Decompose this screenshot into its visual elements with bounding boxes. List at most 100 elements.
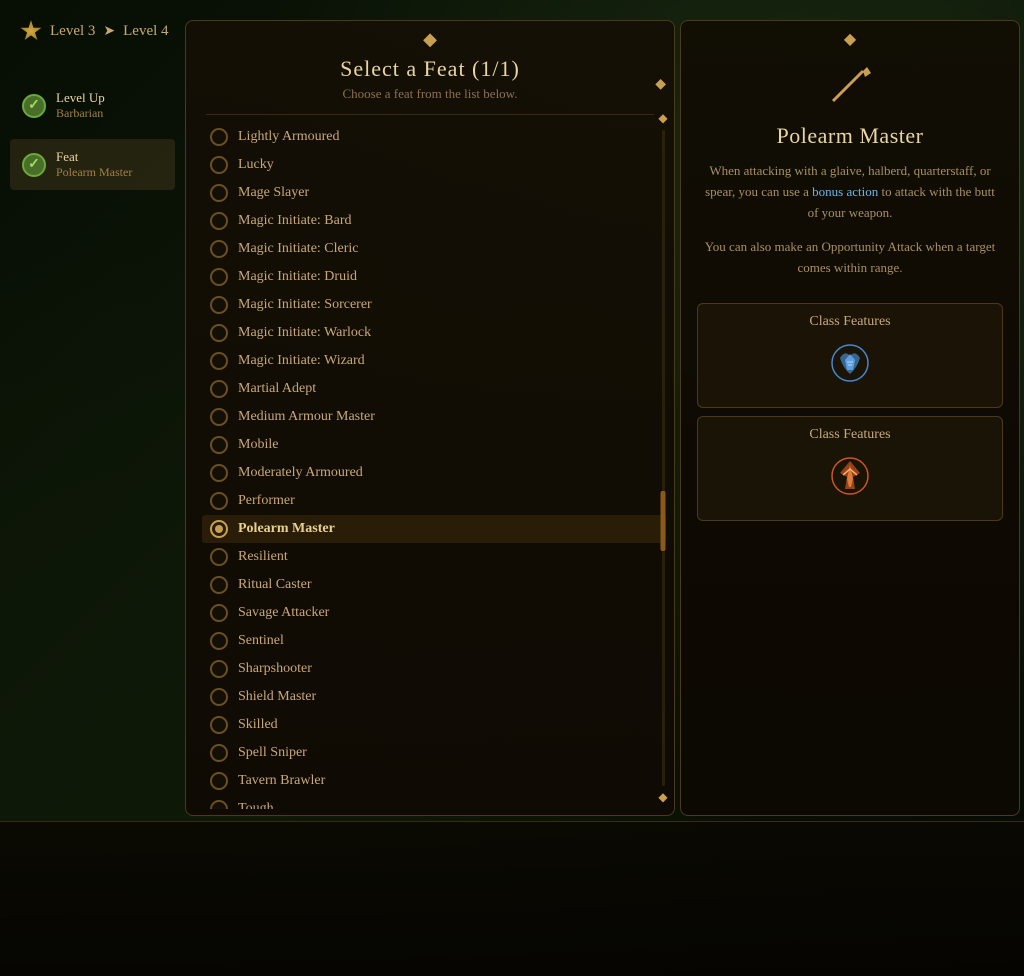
class-feature-card-1: Class Features [697,303,1003,408]
detail-feat-name: Polearm Master [681,123,1019,161]
feat-name-16: Ritual Caster [238,577,312,593]
feat-item-3[interactable]: Magic Initiate: Bard [202,207,666,235]
level-arrow: ➤ [103,23,115,40]
feat-name-10: Medium Armour Master [238,409,375,425]
bonus-action-highlight: bonus action [812,184,878,199]
sidebar-check-feat: ✓ [22,153,46,177]
feat-radio-8 [210,352,228,370]
feat-radio-21 [210,716,228,734]
feat-radio-12 [210,464,228,482]
feat-radio-20 [210,688,228,706]
polearm-icon [825,59,875,109]
sidebar-text-levelup: Level Up Barbarian [56,90,105,121]
feat-item-5[interactable]: Magic Initiate: Druid [202,263,666,291]
feat-radio-7 [210,324,228,342]
feat-name-2: Mage Slayer [238,185,309,201]
sidebar-subtitle-levelup: Barbarian [56,106,105,121]
sidebar-title-levelup: Level Up [56,90,105,106]
feat-name-23: Tavern Brawler [238,773,325,789]
feat-name-20: Shield Master [238,689,316,705]
feat-radio-5 [210,268,228,286]
class-feature-svg-1 [825,338,875,388]
feat-name-22: Spell Sniper [238,745,307,761]
feat-item-21[interactable]: Skilled [202,711,666,739]
detail-description-2: You can also make an Opportunity Attack … [681,237,1019,295]
feat-name-11: Mobile [238,437,278,453]
feat-item-16[interactable]: Ritual Caster [202,571,666,599]
feat-radio-19 [210,660,228,678]
scroll-thumb [661,491,666,551]
checkmark-feat: ✓ [28,156,40,173]
feat-radio-17 [210,604,228,622]
feat-name-8: Magic Initiate: Wizard [238,353,365,369]
feat-name-14: Polearm Master [238,521,335,537]
level-to: Level 4 [123,23,168,40]
feat-item-4[interactable]: Magic Initiate: Cleric [202,235,666,263]
sidebar-check-levelup: ✓ [22,94,46,118]
feat-name-21: Skilled [238,717,278,733]
scrollbar[interactable]: ◆ ◆ [658,111,668,805]
feat-radio-24 [210,800,228,809]
feat-item-12[interactable]: Moderately Armoured [202,459,666,487]
opportunity-attack-highlight: Opportunity Attack [821,239,922,254]
feat-radio-13 [210,492,228,510]
feat-name-7: Magic Initiate: Warlock [238,325,371,341]
feat-name-13: Performer [238,493,295,509]
feat-item-10[interactable]: Medium Armour Master [202,403,666,431]
class-feature-icon-2 [825,451,875,510]
sidebar-item-feat[interactable]: ✓ Feat Polearm Master [10,139,175,190]
feat-item-18[interactable]: Sentinel [202,627,666,655]
feat-radio-9 [210,380,228,398]
feat-radio-2 [210,184,228,202]
feat-radio-4 [210,240,228,258]
feat-radio-3 [210,212,228,230]
sidebar-subtitle-feat: Polearm Master [56,165,132,180]
feat-item-0[interactable]: Lightly Armoured [202,123,666,151]
feat-name-9: Martial Adept [238,381,316,397]
feat-item-8[interactable]: Magic Initiate: Wizard [202,347,666,375]
sidebar-text-feat: Feat Polearm Master [56,149,132,180]
feat-item-7[interactable]: Magic Initiate: Warlock [202,319,666,347]
feat-list[interactable]: Lightly ArmouredLucky Mage Slayer Magic In… [186,115,674,809]
sidebar: ✓ Level Up Barbarian ✓ Feat Polearm Mast… [0,70,185,208]
feat-item-13[interactable]: Performer [202,487,666,515]
feat-radio-23 [210,772,228,790]
feat-name-24: Tough [238,801,274,809]
feat-radio-11 [210,436,228,454]
feat-item-2[interactable]: Mage Slayer [202,179,666,207]
feat-item-6[interactable]: Magic Initiate: Sorcerer [202,291,666,319]
feat-item-11[interactable]: Mobile [202,431,666,459]
detail-description-1: When attacking with a glaive, halberd, q… [681,161,1019,237]
level-from: Level 3 [50,23,95,40]
sidebar-title-feat: Feat [56,149,132,165]
detail-top-deco: ◆ [681,21,1019,49]
bottom-bar [0,821,1024,976]
feat-item-17[interactable]: Savage Attacker [202,599,666,627]
feat-item-24[interactable]: Tough [202,795,666,809]
feat-name-4: Magic Initiate: Cleric [238,241,359,257]
scroll-diamond-bottom: ◆ [658,790,667,805]
feat-radio-16 [210,576,228,594]
desc-text-2: You can also make an [705,239,822,254]
feat-name-5: Magic Initiate: Druid [238,269,357,285]
feat-name-19: Sharpshooter [238,661,312,677]
main-panel: ◆ Select a Feat (1/1) Choose a feat from… [185,20,675,816]
feat-radio-15 [210,548,228,566]
feat-item-15[interactable]: Resilient [202,543,666,571]
feat-item-9[interactable]: Martial Adept [202,375,666,403]
feat-item-19[interactable]: Sharpshooter [202,655,666,683]
scroll-top-deco: ◆ [655,76,666,93]
feat-name-6: Magic Initiate: Sorcerer [238,297,372,313]
feat-item-1[interactable]: Lucky [202,151,666,179]
feat-name-18: Sentinel [238,633,284,649]
sidebar-item-levelup[interactable]: ✓ Level Up Barbarian [10,80,175,131]
feat-item-20[interactable]: Shield Master [202,683,666,711]
feat-item-14[interactable]: Polearm Master [202,515,666,543]
panel-subtitle: Choose a feat from the list below. [206,86,654,115]
feat-item-23[interactable]: Tavern Brawler [202,767,666,795]
feat-item-22[interactable]: Spell Sniper [202,739,666,767]
class-feature-svg-2 [825,451,875,501]
feat-name-17: Savage Attacker [238,605,329,621]
class-feature-label-2: Class Features [809,427,890,443]
scroll-track [662,130,665,786]
